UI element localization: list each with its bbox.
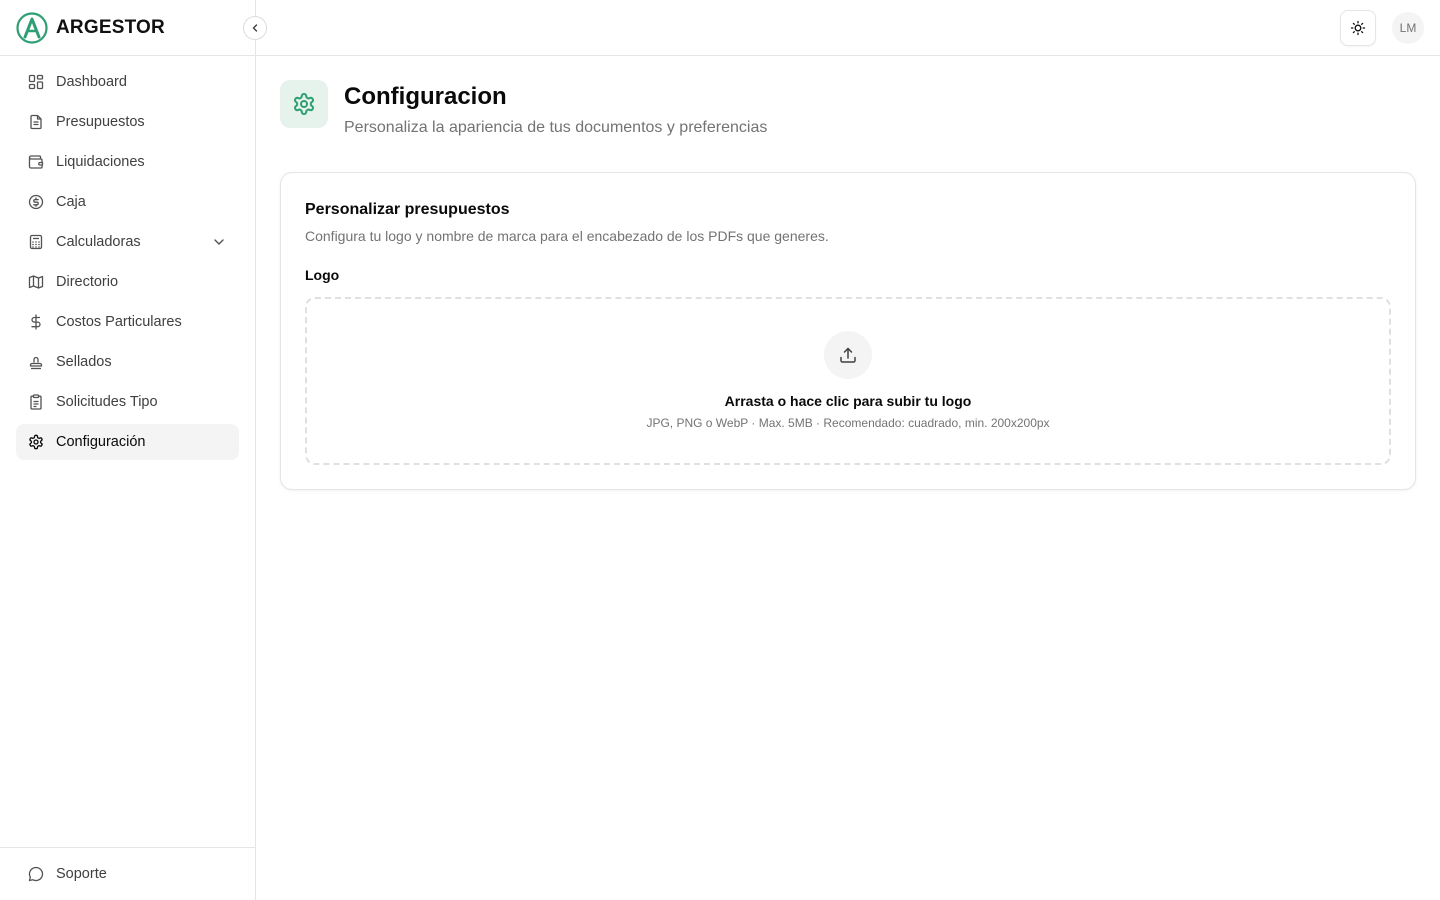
sidebar-item-solicitudes-tipo[interactable]: Solicitudes Tipo — [16, 384, 239, 420]
page-gear-icon-tile — [280, 80, 328, 128]
sidebar-item-label: Soporte — [56, 866, 107, 882]
calculator-icon — [28, 234, 44, 250]
stamp-icon — [28, 354, 44, 370]
top-header — [256, 0, 1440, 56]
sidebar-item-soporte[interactable]: Soporte — [16, 856, 239, 892]
dropzone-hint: JPG, PNG o WebP · Max. 5MB · Recomendado… — [646, 416, 1050, 430]
sidebar-item-label: Liquidaciones — [56, 154, 145, 170]
sidebar-item-presupuestos[interactable]: Presupuestos — [16, 104, 239, 140]
sidebar-nav: Dashboard Presupuestos Liquidaciones Caj… — [16, 64, 239, 464]
sidebar-item-label: Caja — [56, 194, 86, 210]
sun-icon — [1350, 20, 1366, 36]
wallet-icon — [28, 154, 44, 170]
chevron-down-icon[interactable] — [211, 234, 227, 250]
sidebar-item-label: Dashboard — [56, 74, 127, 90]
dashboard-icon — [28, 74, 44, 90]
logo-upload-dropzone[interactable]: Arrasta o hace clic para subir tu logo J… — [305, 297, 1391, 465]
dollar-sign-icon — [28, 314, 44, 330]
sidebar-item-label: Configuración — [56, 434, 146, 450]
dollar-circle-icon — [28, 194, 44, 210]
sidebar-item-label: Calculadoras — [56, 234, 141, 250]
map-icon — [28, 274, 44, 290]
sidebar-item-label: Solicitudes Tipo — [56, 394, 158, 410]
sidebar-item-directorio[interactable]: Directorio — [16, 264, 239, 300]
user-avatar[interactable]: LM — [1392, 12, 1424, 44]
sidebar-item-label: Costos Particulares — [56, 314, 182, 330]
sidebar-item-costos-particulares[interactable]: Costos Particulares — [16, 304, 239, 340]
page-subtitle: Personaliza la apariencia de tus documen… — [344, 119, 768, 136]
brand-name: ARGESTOR — [56, 17, 165, 38]
sidebar-item-label: Presupuestos — [56, 114, 145, 130]
gear-icon — [294, 93, 314, 115]
sidebar-item-calculadoras[interactable]: Calculadoras — [16, 224, 239, 260]
page-title: Configuracion — [344, 83, 507, 110]
sidebar-item-label: Directorio — [56, 274, 119, 290]
sidebar-header-divider — [0, 55, 256, 56]
sidebar: ARGESTOR Dashboard Presupuestos Liquidac… — [0, 0, 256, 900]
card-description: Configura tu logo y nombre de marca para… — [305, 228, 829, 244]
sidebar-footer-divider — [0, 847, 256, 848]
logo-label: Logo — [305, 267, 340, 283]
sidebar-item-label: Sellados — [56, 354, 112, 370]
theme-toggle-button[interactable] — [1340, 10, 1376, 46]
upload-icon — [840, 347, 856, 363]
argestor-logo-icon — [16, 12, 48, 44]
gear-icon — [28, 434, 44, 450]
brand[interactable]: ARGESTOR — [16, 12, 165, 44]
sidebar-item-configuracion[interactable]: Configuración — [16, 424, 239, 460]
sidebar-item-liquidaciones[interactable]: Liquidaciones — [16, 144, 239, 180]
upload-icon-circle — [824, 331, 872, 379]
card-title: Personalizar presupuestos — [305, 201, 510, 218]
chevron-left-icon — [252, 24, 258, 32]
message-circle-icon — [28, 866, 44, 882]
customize-budgets-card: Personalizar presupuestos Configura tu l… — [280, 172, 1416, 490]
file-text-icon — [28, 114, 44, 130]
sidebar-collapse-button[interactable] — [243, 16, 267, 40]
sidebar-item-sellados[interactable]: Sellados — [16, 344, 239, 380]
sidebar-item-dashboard[interactable]: Dashboard — [16, 64, 239, 100]
clipboard-icon — [28, 394, 44, 410]
sidebar-item-caja[interactable]: Caja — [16, 184, 239, 220]
dropzone-title: Arrasta o hace clic para subir tu logo — [724, 393, 972, 409]
